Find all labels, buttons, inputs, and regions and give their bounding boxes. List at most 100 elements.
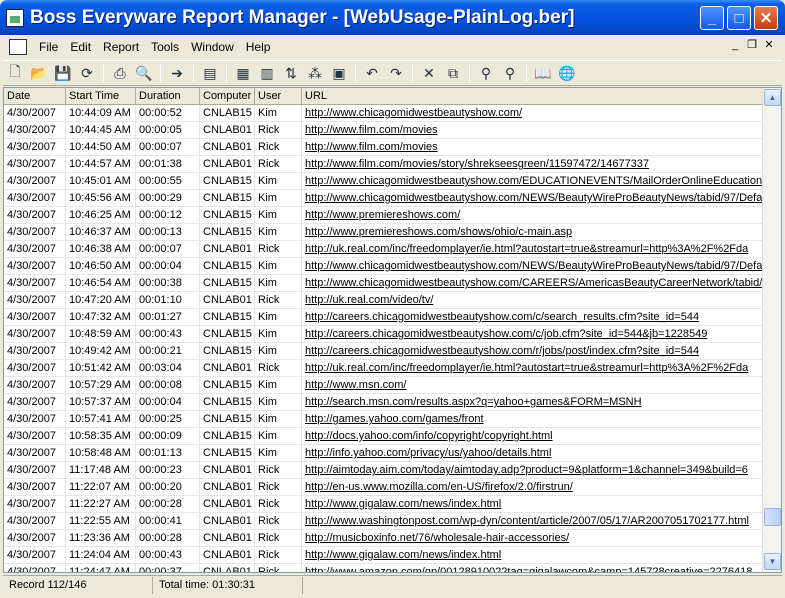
cell-url[interactable]: http://docs.yahoo.com/info/copyright/cop… bbox=[302, 428, 762, 445]
cell-url[interactable]: http://www.gigalaw.com/news/index.html bbox=[302, 496, 762, 513]
table-row[interactable]: 4/30/2007 10:45:56 AM 00:00:29 CNLAB15 Kim ht… bbox=[4, 190, 762, 207]
cell-url[interactable]: http://uk.real.com/inc/freedomplayer/ie.… bbox=[302, 360, 762, 377]
new-icon[interactable]: 🗋 bbox=[5, 63, 25, 83]
print-icon[interactable]: ⎙ bbox=[110, 63, 130, 83]
table-row[interactable]: 4/30/2007 10:58:35 AM 00:00:09 CNLAB15 Kim ht… bbox=[4, 428, 762, 445]
find-icon[interactable]: ⚲ bbox=[476, 63, 496, 83]
close-button[interactable]: ✕ bbox=[754, 6, 778, 30]
mdi-restore-button[interactable]: ❐ bbox=[745, 39, 759, 53]
scroll-thumb[interactable] bbox=[764, 508, 781, 526]
column-header-start-time[interactable]: Start Time bbox=[66, 88, 136, 105]
menu-report[interactable]: Report bbox=[97, 38, 145, 56]
table-row[interactable]: 4/30/2007 10:46:50 AM 00:00:04 CNLAB15 Kim ht… bbox=[4, 258, 762, 275]
table-row[interactable]: 4/30/2007 11:24:47 AM 00:00:37 CNLAB01 Rick h… bbox=[4, 564, 762, 572]
cell-url[interactable]: http://www.gigalaw.com/news/index.html bbox=[302, 547, 762, 564]
scroll-up-button[interactable]: ▲ bbox=[764, 89, 781, 106]
menu-window[interactable]: Window bbox=[185, 38, 240, 56]
cell-url[interactable]: http://careers.chicagomidwestbeautyshow.… bbox=[302, 309, 762, 326]
table-row[interactable]: 4/30/2007 10:48:59 AM 00:00:43 CNLAB15 Kim ht… bbox=[4, 326, 762, 343]
maximize-button[interactable]: □ bbox=[727, 6, 751, 30]
cell-url[interactable]: http://info.yahoo.com/privacy/us/yahoo/d… bbox=[302, 445, 762, 462]
cell-url[interactable]: http://www.film.com/movies bbox=[302, 122, 762, 139]
table-row[interactable]: 4/30/2007 11:24:04 AM 00:00:43 CNLAB01 Rick h… bbox=[4, 547, 762, 564]
table-row[interactable]: 4/30/2007 10:44:57 AM 00:01:38 CNLAB01 Rick h… bbox=[4, 156, 762, 173]
cell-url[interactable]: http://www.premiereshows.com/ bbox=[302, 207, 762, 224]
open-icon[interactable]: 📂 bbox=[29, 63, 49, 83]
print-preview-icon[interactable]: 🔍 bbox=[134, 63, 154, 83]
cell-url[interactable]: http://www.film.com/movies/story/shrekse… bbox=[302, 156, 762, 173]
filter-icon[interactable]: ⁂ bbox=[305, 63, 325, 83]
cell-url[interactable]: http://www.washingtonpost.com/wp-dyn/con… bbox=[302, 513, 762, 530]
report-icon[interactable]: ▤ bbox=[200, 63, 220, 83]
redo-icon[interactable]: ↷ bbox=[386, 63, 406, 83]
cell-url[interactable]: http://careers.chicagomidwestbeautyshow.… bbox=[302, 343, 762, 360]
cell-url[interactable]: http://uk.real.com/inc/freedomplayer/ie.… bbox=[302, 241, 762, 258]
column-header-user[interactable]: User bbox=[255, 88, 302, 105]
refresh-icon[interactable]: ⟳ bbox=[77, 63, 97, 83]
cell-url[interactable]: http://aimtoday.aim.com/today/aimtoday.a… bbox=[302, 462, 762, 479]
mdi-close-button[interactable]: ✕ bbox=[762, 39, 776, 53]
table-row[interactable]: 4/30/2007 10:57:41 AM 00:00:25 CNLAB15 Kim ht… bbox=[4, 411, 762, 428]
column-header-duration[interactable]: Duration bbox=[136, 88, 200, 105]
cell-url[interactable]: http://en-us.www.mozilla.com/en-US/firef… bbox=[302, 479, 762, 496]
cell-url[interactable]: http://games.yahoo.com/games/front bbox=[302, 411, 762, 428]
table-row[interactable]: 4/30/2007 11:22:07 AM 00:00:20 CNLAB01 Rick h… bbox=[4, 479, 762, 496]
table-row[interactable]: 4/30/2007 10:44:50 AM 00:00:07 CNLAB01 Rick h… bbox=[4, 139, 762, 156]
columns-icon[interactable]: ▥ bbox=[257, 63, 277, 83]
minimize-button[interactable]: _ bbox=[700, 6, 724, 30]
cell-url[interactable]: http://www.chicagomidwestbeautyshow.com/… bbox=[302, 275, 762, 292]
cell-url[interactable]: http://uk.real.com/video/tv/ bbox=[302, 292, 762, 309]
table-row[interactable]: 4/30/2007 10:46:25 AM 00:00:12 CNLAB15 Kim ht… bbox=[4, 207, 762, 224]
cell-url[interactable]: http://www.chicagomidwestbeautyshow.com/ bbox=[302, 105, 762, 122]
cell-url[interactable]: http://search.msn.com/results.aspx?q=yah… bbox=[302, 394, 762, 411]
table-row[interactable]: 4/30/2007 10:57:29 AM 00:00:08 CNLAB15 Kim ht… bbox=[4, 377, 762, 394]
undo-icon[interactable]: ↶ bbox=[362, 63, 382, 83]
group-icon[interactable]: ▣ bbox=[329, 63, 349, 83]
table-row[interactable]: 4/30/2007 10:45:01 AM 00:00:55 CNLAB15 Kim ht… bbox=[4, 173, 762, 190]
column-header-date[interactable]: Date bbox=[4, 88, 66, 105]
cell-url[interactable]: http://www.msn.com/ bbox=[302, 377, 762, 394]
column-header-url[interactable]: URL bbox=[302, 88, 762, 105]
help-book-icon[interactable]: 📖 bbox=[533, 63, 553, 83]
scroll-down-button[interactable]: ▼ bbox=[764, 553, 781, 570]
cell-url[interactable]: http://www.premiereshows.com/shows/ohio/… bbox=[302, 224, 762, 241]
column-header-computer[interactable]: Computer bbox=[200, 88, 255, 105]
cell-url[interactable]: http://careers.chicagomidwestbeautyshow.… bbox=[302, 326, 762, 343]
document-icon[interactable] bbox=[9, 39, 27, 55]
export-icon[interactable]: ➔ bbox=[167, 63, 187, 83]
table-row[interactable]: 4/30/2007 10:46:54 AM 00:00:38 CNLAB15 Kim ht… bbox=[4, 275, 762, 292]
menu-edit[interactable]: Edit bbox=[64, 38, 97, 56]
report-grid[interactable]: Date Start Time Duration Computer User U… bbox=[3, 87, 782, 573]
table-row[interactable]: 4/30/2007 10:47:32 AM 00:01:27 CNLAB15 Kim ht… bbox=[4, 309, 762, 326]
table-row[interactable]: 4/30/2007 11:17:48 AM 00:00:23 CNLAB01 Rick h… bbox=[4, 462, 762, 479]
cell-url[interactable]: http://www.amazon.com/gp/00128910022tag=… bbox=[302, 564, 762, 572]
cell-url[interactable]: http://www.chicagomidwestbeautyshow.com/… bbox=[302, 190, 762, 207]
cell-url[interactable]: http://www.chicagomidwestbeautyshow.com/… bbox=[302, 258, 762, 275]
cell-url[interactable]: http://musicboxinfo.net/76/wholesale-hai… bbox=[302, 530, 762, 547]
vertical-scrollbar[interactable]: ▲ ▼ bbox=[762, 88, 781, 572]
table-row[interactable]: 4/30/2007 11:22:55 AM 00:00:41 CNLAB01 Rick h… bbox=[4, 513, 762, 530]
mdi-minimize-button[interactable]: _ bbox=[728, 39, 742, 53]
delete-icon[interactable]: ✕ bbox=[419, 63, 439, 83]
table-row[interactable]: 4/30/2007 10:58:48 AM 00:01:13 CNLAB15 Kim ht… bbox=[4, 445, 762, 462]
table-row[interactable]: 4/30/2007 11:23:36 AM 00:00:28 CNLAB01 Rick h… bbox=[4, 530, 762, 547]
cell-url[interactable]: http://www.film.com/movies bbox=[302, 139, 762, 156]
table-row[interactable]: 4/30/2007 11:22:27 AM 00:00:28 CNLAB01 Rick h… bbox=[4, 496, 762, 513]
copy-icon[interactable]: ⧉ bbox=[443, 63, 463, 83]
table-icon[interactable]: ▦ bbox=[233, 63, 253, 83]
save-icon[interactable]: 💾 bbox=[53, 63, 73, 83]
table-row[interactable]: 4/30/2007 10:49:42 AM 00:00:21 CNLAB15 Kim ht… bbox=[4, 343, 762, 360]
table-row[interactable]: 4/30/2007 10:51:42 AM 00:03:04 CNLAB01 Rick h… bbox=[4, 360, 762, 377]
table-row[interactable]: 4/30/2007 10:44:09 AM 00:00:52 CNLAB15 Kim ht… bbox=[4, 105, 762, 122]
table-row[interactable]: 4/30/2007 10:44:45 AM 00:00:05 CNLAB01 Rick h… bbox=[4, 122, 762, 139]
table-row[interactable]: 4/30/2007 10:47:20 AM 00:01:10 CNLAB01 Rick h… bbox=[4, 292, 762, 309]
table-row[interactable]: 4/30/2007 10:46:37 AM 00:00:13 CNLAB15 Kim ht… bbox=[4, 224, 762, 241]
table-row[interactable]: 4/30/2007 10:46:38 AM 00:00:07 CNLAB01 Rick h… bbox=[4, 241, 762, 258]
menu-help[interactable]: Help bbox=[240, 38, 277, 56]
web-icon[interactable]: 🌐 bbox=[557, 63, 577, 83]
menu-tools[interactable]: Tools bbox=[145, 38, 185, 56]
find-next-icon[interactable]: ⚲ bbox=[500, 63, 520, 83]
sort-icon[interactable]: ⇅ bbox=[281, 63, 301, 83]
table-row[interactable]: 4/30/2007 10:57:37 AM 00:00:04 CNLAB15 Kim ht… bbox=[4, 394, 762, 411]
menu-file[interactable]: File bbox=[33, 38, 64, 56]
